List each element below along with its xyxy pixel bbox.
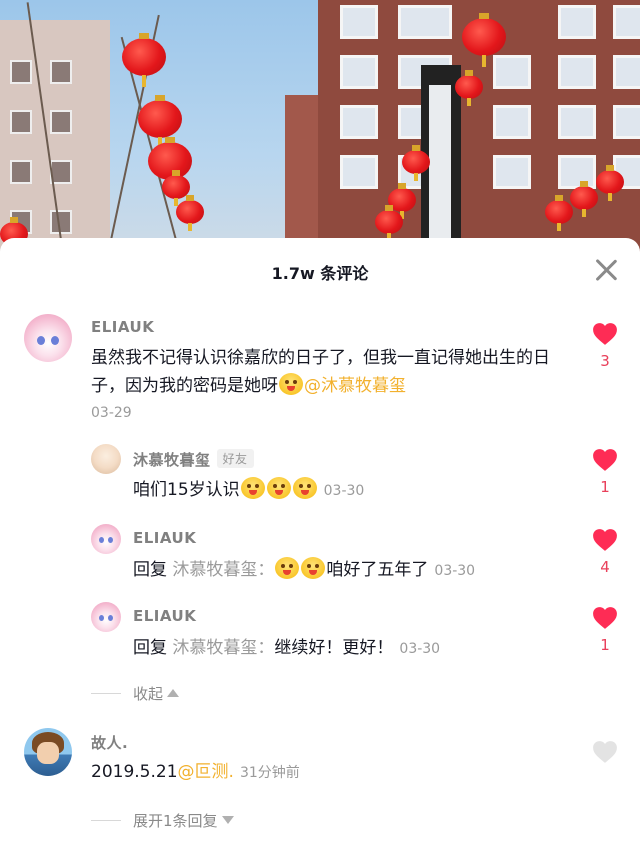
laughing-emoji-icon xyxy=(279,373,303,395)
avatar[interactable] xyxy=(91,602,121,632)
like-button[interactable] xyxy=(590,740,620,768)
avatar[interactable] xyxy=(91,444,121,474)
reply-time: 03-30 xyxy=(434,563,476,579)
comment-text: 虽然我不记得认识徐嘉欣的日子了，但我一直记得她出生的日子，因为我的密码是她呀 @沐… xyxy=(91,348,550,396)
comment-mention[interactable]: @沐慕牧暮玺 xyxy=(304,376,406,396)
laughing-emoji-icon xyxy=(292,477,317,499)
like-button[interactable]: 3 xyxy=(590,322,620,370)
lantern xyxy=(596,165,624,201)
like-button[interactable]: 4 xyxy=(590,528,620,576)
comment-count-title: 1.7w 条评论 xyxy=(271,264,369,283)
close-icon[interactable] xyxy=(594,258,618,282)
friend-badge: 好友 xyxy=(216,449,254,468)
like-button[interactable]: 1 xyxy=(590,606,620,654)
lantern xyxy=(570,181,598,217)
lantern xyxy=(375,205,403,241)
comment-sheet: 1.7w 条评论 ELIAUK 虽然我不记得认识徐嘉欣的日子了，但我一直记得她出… xyxy=(0,238,640,853)
lantern xyxy=(545,195,573,231)
reply-time: 03-30 xyxy=(399,641,441,657)
comment-text: 2019.5.21@叵测. 31分钟前 xyxy=(91,762,300,782)
reply-username[interactable]: ELIAUK xyxy=(133,607,196,625)
laughing-emoji-icon xyxy=(301,557,326,579)
lantern xyxy=(138,95,182,149)
reply-to-user[interactable]: 沐慕牧暮玺： xyxy=(172,560,274,580)
lantern xyxy=(462,13,506,67)
heart-icon xyxy=(593,529,617,551)
heart-icon xyxy=(593,607,617,629)
lantern xyxy=(402,145,430,181)
like-button[interactable]: 1 xyxy=(590,448,620,496)
heart-icon xyxy=(593,323,617,345)
heart-icon xyxy=(593,449,617,471)
avatar[interactable] xyxy=(24,314,72,362)
lantern xyxy=(455,70,483,106)
reply-text: 咱们15岁认识 03-30 xyxy=(133,476,553,505)
reply-to-user[interactable]: 沐慕牧暮玺： xyxy=(172,638,274,658)
background-video-frame xyxy=(0,0,640,260)
lantern xyxy=(148,137,192,191)
laughing-emoji-icon xyxy=(240,477,265,499)
reply-username[interactable]: 沐慕牧暮玺 好友 xyxy=(133,449,254,470)
comment-sheet-header: 1.7w 条评论 xyxy=(0,238,640,302)
like-count: 3 xyxy=(600,352,610,370)
like-count: 1 xyxy=(600,478,610,496)
like-count: 4 xyxy=(600,558,610,576)
comment-time: 03-29 xyxy=(91,405,132,421)
reply-time: 03-30 xyxy=(323,483,365,499)
comment-time: 31分钟前 xyxy=(239,765,300,781)
collapse-replies-button[interactable]: 收起 xyxy=(91,683,180,704)
avatar[interactable] xyxy=(91,524,121,554)
lantern xyxy=(176,195,204,231)
comment-username[interactable]: ELIAUK xyxy=(91,318,154,336)
laughing-emoji-icon xyxy=(275,557,300,579)
triangle-up-icon xyxy=(167,689,180,697)
reply-text: 回复 沐慕牧暮玺：继续好！更好！ 03-30 xyxy=(133,638,441,658)
laughing-emoji-icon xyxy=(266,477,291,499)
like-count: 1 xyxy=(600,636,610,654)
heart-icon xyxy=(593,741,617,763)
reply-username[interactable]: ELIAUK xyxy=(133,529,196,547)
avatar[interactable] xyxy=(24,728,72,776)
comment-mention[interactable]: @叵测. xyxy=(178,762,234,782)
reply-text: 回复 沐慕牧暮玺： 咱好了五年了 03-30 xyxy=(133,556,553,585)
comment-username[interactable]: 故人. xyxy=(91,732,128,753)
lantern xyxy=(122,33,166,87)
triangle-down-icon xyxy=(221,816,234,824)
expand-replies-button[interactable]: 展开1条回复 xyxy=(91,810,234,831)
